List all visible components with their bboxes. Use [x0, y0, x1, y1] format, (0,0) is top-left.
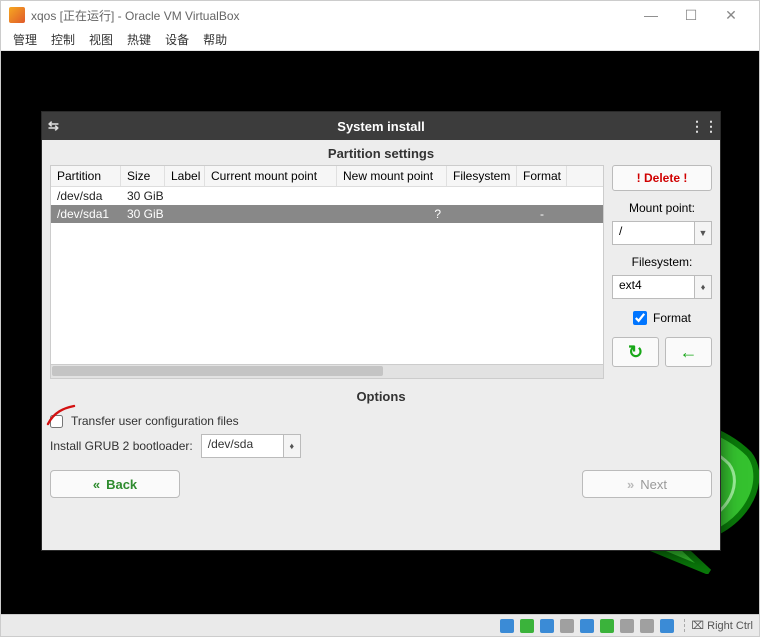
back-button-label: Back — [106, 477, 137, 492]
col-partition[interactable]: Partition — [51, 166, 121, 186]
mount-point-label: Mount point: — [612, 201, 712, 215]
options-section: Options Transfer user configuration file… — [50, 379, 712, 542]
back-button[interactable]: « Back — [50, 470, 180, 498]
options-header: Options — [50, 383, 712, 408]
menu-view[interactable]: 视图 — [89, 31, 113, 48]
table-row[interactable]: /dev/sda1 30 GiB ? - — [51, 205, 603, 223]
status-audio-icon[interactable] — [620, 619, 634, 633]
maximize-button[interactable]: ☐ — [671, 1, 711, 29]
cell-label — [165, 205, 205, 223]
cell-partition: /dev/sda1 — [51, 205, 121, 223]
pin-icon[interactable]: ⇆ — [48, 118, 72, 134]
cell-curm — [205, 187, 337, 205]
grub-target-select[interactable]: /dev/sda ♦ — [201, 434, 301, 458]
arrow-left-icon: ← — [680, 342, 698, 363]
cell-newm: ? — [337, 205, 447, 223]
vb-menubar: 管理 控制 视图 热键 设备 帮助 — [1, 29, 759, 51]
partition-settings-header: Partition settings — [50, 140, 712, 165]
cell-fs — [447, 187, 517, 205]
mount-point-value: / — [612, 221, 694, 245]
status-disk-icon[interactable] — [500, 619, 514, 633]
col-size[interactable]: Size — [121, 166, 165, 186]
delete-button[interactable]: ! Delete ! — [612, 165, 712, 191]
cell-fmt — [517, 187, 567, 205]
status-display-icon[interactable] — [600, 619, 614, 633]
menu-hotkey[interactable]: 热键 — [127, 31, 151, 48]
table-row[interactable]: /dev/sda 30 GiB — [51, 187, 603, 205]
cell-fs — [447, 205, 517, 223]
transfer-files-checkbox[interactable] — [50, 415, 63, 428]
vm-screen: ⇆ System install ⋮⋮ Partition settings P… — [1, 51, 759, 614]
minimize-button[interactable]: — — [631, 1, 671, 29]
partition-table-wrap: Partition Size Label Current mount point… — [50, 165, 604, 379]
horizontal-scrollbar[interactable] — [50, 365, 604, 379]
menu-help[interactable]: 帮助 — [203, 31, 227, 48]
menu-manage[interactable]: 管理 — [13, 31, 37, 48]
chevron-down-icon[interactable]: ▼ — [694, 221, 712, 245]
menu-devices[interactable]: 设备 — [165, 31, 189, 48]
col-format[interactable]: Format — [517, 166, 567, 186]
installer-titlebar[interactable]: ⇆ System install ⋮⋮ — [42, 112, 720, 140]
filesystem-select[interactable]: ext4 ♦ — [612, 275, 712, 299]
vb-title: xqos [正在运行] - Oracle VM VirtualBox — [31, 7, 631, 24]
status-recording-icon[interactable] — [640, 619, 654, 633]
cell-label — [165, 187, 205, 205]
installer-body: Partition settings Partition Size Label … — [42, 140, 720, 550]
virtualbox-icon — [9, 7, 25, 23]
vb-statusbar: ⌧ Right Ctrl — [1, 614, 759, 636]
nav-row: « Back » Next — [50, 470, 712, 498]
close-button[interactable]: ✕ — [711, 1, 751, 29]
filesystem-value: ext4 — [612, 275, 694, 299]
installer-window: ⇆ System install ⋮⋮ Partition settings P… — [41, 111, 721, 551]
refresh-icon: ↻ — [628, 342, 643, 363]
status-network-icon[interactable] — [540, 619, 554, 633]
spinner-icon[interactable]: ♦ — [283, 434, 301, 458]
vb-titlebar[interactable]: xqos [正在运行] - Oracle VM VirtualBox — ☐ ✕ — [1, 1, 759, 29]
col-new-mount[interactable]: New mount point — [337, 166, 447, 186]
grub-label: Install GRUB 2 bootloader: — [50, 439, 193, 453]
grub-target-value: /dev/sda — [201, 434, 283, 458]
next-button[interactable]: » Next — [582, 470, 712, 498]
host-key-indicator[interactable]: ⌧ Right Ctrl — [684, 619, 753, 632]
partition-area: Partition Size Label Current mount point… — [50, 165, 712, 379]
col-label[interactable]: Label — [165, 166, 205, 186]
cell-size: 30 GiB — [121, 205, 165, 223]
chevron-right-icon: » — [627, 477, 634, 492]
scrollbar-thumb[interactable] — [52, 366, 383, 376]
menu-control[interactable]: 控制 — [51, 31, 75, 48]
virtualbox-window: xqos [正在运行] - Oracle VM VirtualBox — ☐ ✕… — [0, 0, 760, 637]
table-header: Partition Size Label Current mount point… — [51, 166, 603, 187]
filesystem-label: Filesystem: — [612, 255, 712, 269]
partition-table[interactable]: Partition Size Label Current mount point… — [50, 165, 604, 365]
cell-size: 30 GiB — [121, 187, 165, 205]
chevron-left-icon: « — [93, 477, 100, 492]
spinner-icon[interactable]: ♦ — [694, 275, 712, 299]
col-filesystem[interactable]: Filesystem — [447, 166, 517, 186]
status-optical-icon[interactable] — [520, 619, 534, 633]
refresh-button[interactable]: ↻ — [612, 337, 659, 367]
format-checkbox[interactable] — [633, 311, 647, 325]
apply-button[interactable]: ← — [665, 337, 712, 367]
installer-title: System install — [72, 119, 690, 134]
cell-curm — [205, 205, 337, 223]
partition-sidebar: ! Delete ! Mount point: / ▼ Filesystem: … — [612, 165, 712, 379]
more-icon[interactable]: ⋮⋮ — [690, 118, 714, 135]
status-mouse-icon[interactable] — [660, 619, 674, 633]
status-shared-folder-icon[interactable] — [580, 619, 594, 633]
cell-newm — [337, 187, 447, 205]
cell-fmt: - — [517, 205, 567, 223]
cell-partition: /dev/sda — [51, 187, 121, 205]
col-current-mount[interactable]: Current mount point — [205, 166, 337, 186]
host-key-label: Right Ctrl — [707, 620, 753, 632]
status-usb-icon[interactable] — [560, 619, 574, 633]
transfer-files-label: Transfer user configuration files — [71, 414, 239, 428]
format-checkbox-label: Format — [653, 311, 691, 325]
next-button-label: Next — [640, 477, 667, 492]
mount-point-select[interactable]: / ▼ — [612, 221, 712, 245]
